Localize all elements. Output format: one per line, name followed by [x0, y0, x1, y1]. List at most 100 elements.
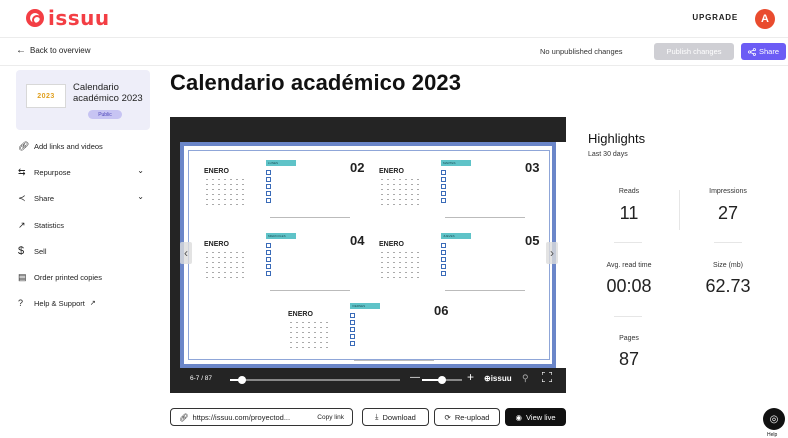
stat-value-reads: 11: [619, 203, 639, 223]
mini-calendar: [204, 250, 248, 280]
calendar-block: ENERO JUEVES 05: [379, 233, 555, 293]
issuu-logo[interactable]: issuu: [26, 8, 110, 28]
stat-divider: [614, 316, 642, 317]
view-live-label: View live: [526, 412, 556, 422]
help-label: Help: [767, 432, 778, 438]
sidebar-item-label: Repurpose: [34, 167, 71, 177]
link-icon: 🔗︎: [179, 412, 189, 422]
link-icon: 🔗︎: [18, 140, 30, 151]
day-tag: MARTES: [441, 160, 471, 166]
share-url-field[interactable]: 🔗︎ https://issuu.com/proyectod... Copy l…: [170, 408, 353, 426]
download-icon: ⤓: [375, 412, 379, 421]
zoom-out-button[interactable]: —: [410, 372, 420, 383]
checkbox-column: [350, 313, 356, 348]
sidebar-item-share[interactable]: ≺ Share ⌄: [18, 191, 144, 205]
page-spread: ENERO LUNES 02 ENERO MARTES 03 ENERO MIE…: [180, 142, 558, 368]
repurpose-icon: ⇆: [18, 166, 26, 177]
sidebar-item-sell[interactable]: $ Sell: [18, 244, 144, 258]
viewer-brand-logo: ⊕issuu: [484, 374, 512, 383]
mini-calendar: [379, 250, 423, 280]
sidebar-item-label: Share: [34, 193, 55, 203]
page-progress-slider[interactable]: [230, 376, 400, 384]
calendar-block: ENERO MIERCOLES 04: [204, 233, 380, 293]
viewer-brand-text: issuu: [490, 374, 512, 383]
stat-value-impressions: 27: [717, 203, 739, 223]
stat-label-avg-read-time: Avg. read time: [606, 262, 652, 269]
document-viewer[interactable]: ENERO LUNES 02 ENERO MARTES 03 ENERO MIE…: [170, 117, 566, 393]
chevron-right-icon: ›: [550, 246, 554, 260]
stat-value-pages: 87: [618, 349, 640, 369]
day-tag: LUNES: [266, 160, 296, 166]
help-chat-icon: ◎: [763, 408, 785, 430]
search-icon[interactable]: ⚲: [522, 373, 529, 384]
help-widget[interactable]: ◎ Help: [763, 408, 785, 438]
zoom-slider[interactable]: [422, 376, 462, 384]
action-bar: ← Back to overview No unpublished change…: [0, 38, 788, 66]
next-page-button[interactable]: ›: [546, 242, 558, 264]
dollar-icon: $: [18, 245, 25, 257]
logo-text: issuu: [48, 6, 110, 30]
sidebar-item-help-support[interactable]: ? Help & Support ↗: [18, 296, 144, 310]
reupload-label: Re-upload: [454, 412, 490, 422]
top-bar: issuu UPGRADE A: [0, 0, 788, 38]
share-url: https://issuu.com/proyectod...: [192, 412, 291, 422]
mini-calendar: [288, 320, 332, 350]
stat-divider: [714, 242, 742, 243]
avatar[interactable]: A: [755, 9, 775, 29]
statistics-icon: ↗: [18, 219, 26, 230]
day-number: 04: [350, 233, 365, 248]
day-tag: MIERCOLES: [266, 233, 296, 239]
upgrade-link[interactable]: UPGRADE: [692, 13, 738, 22]
page-title: Calendario académico 2023: [170, 70, 462, 95]
sidebar-item-order-printed[interactable]: ▤ Order printed copies: [18, 270, 144, 284]
sidebar-item-repurpose[interactable]: ⇆ Repurpose ⌄: [18, 165, 144, 179]
sidebar-item-label: Statistics: [34, 220, 65, 230]
zoom-in-button[interactable]: +: [467, 370, 474, 384]
day-number: 05: [525, 233, 540, 248]
sidebar-item-statistics[interactable]: ↗ Statistics: [18, 218, 144, 232]
stat-value-avg-read-time: 00:08: [606, 276, 652, 296]
copy-link-button[interactable]: Copy link: [317, 414, 344, 421]
progress-handle[interactable]: [237, 376, 246, 384]
sidebar-item-add-links[interactable]: 🔗︎ Add links and videos: [18, 139, 144, 153]
view-live-button[interactable]: ◉ View live: [505, 408, 566, 426]
day-number: 03: [525, 160, 540, 175]
fullscreen-icon[interactable]: [542, 372, 552, 382]
day-tag: JUEVES: [441, 233, 471, 239]
mini-calendar: [204, 177, 248, 207]
sidebar-item-label: Add links and videos: [34, 141, 103, 151]
document-card[interactable]: 2023 Calendario académico 2023 Public: [16, 70, 150, 130]
calendar-month: ENERO: [288, 311, 313, 318]
publish-changes-button[interactable]: Publish changes: [654, 43, 734, 60]
share-button[interactable]: Share: [741, 43, 786, 60]
checkbox-column: [266, 243, 272, 278]
page-indicator: 6-7 / 87: [190, 375, 213, 382]
download-button[interactable]: ⤓ Download: [362, 408, 429, 426]
save-status-text: No unpublished changes: [540, 47, 623, 56]
zoom-handle[interactable]: [438, 376, 446, 384]
calendar-month: ENERO: [204, 168, 229, 175]
day-number: 02: [350, 160, 365, 175]
stat-label-impressions: Impressions: [709, 188, 747, 195]
back-to-overview-link[interactable]: ← Back to overview: [16, 45, 90, 55]
stat-divider: [679, 190, 680, 230]
stat-label-pages: Pages: [619, 335, 639, 342]
checkbox-column: [441, 243, 447, 278]
calendar-block: ENERO VIERNES 06: [288, 303, 464, 363]
highlights-period: Last 30 days: [588, 151, 628, 158]
refresh-icon: ⟳: [444, 412, 451, 422]
day-number: 06: [434, 303, 449, 318]
checkbox-column: [266, 170, 272, 205]
chevron-down-icon: ⌄: [137, 192, 144, 201]
stat-label-reads: Reads: [618, 188, 640, 195]
document-thumbnail: 2023: [26, 84, 66, 108]
share-icon: [748, 47, 756, 56]
viewer-controls: 6-7 / 87 — + ⊕issuu ⚲: [170, 367, 566, 393]
thumbnail-text: 2023: [37, 92, 55, 100]
previous-page-button[interactable]: ‹: [180, 242, 192, 264]
share-icon: ≺: [18, 192, 26, 203]
checkbox-column: [441, 170, 447, 205]
download-label: Download: [382, 412, 416, 422]
calendar-month: ENERO: [379, 241, 404, 248]
reupload-button[interactable]: ⟳ Re-upload: [434, 408, 500, 426]
